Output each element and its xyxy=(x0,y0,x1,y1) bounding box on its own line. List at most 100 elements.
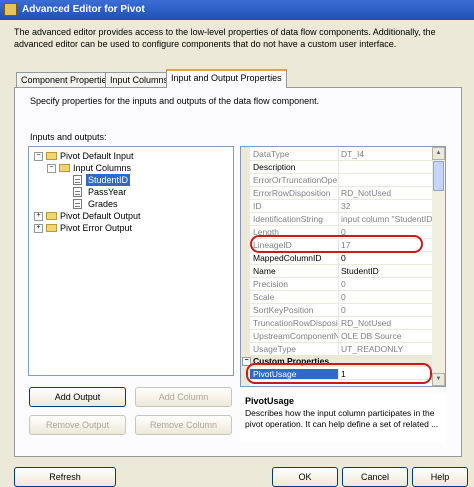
property-row-sortkeyposition[interactable]: SortKeyPosition 0 xyxy=(241,304,434,317)
window-title: Advanced Editor for Pivot xyxy=(22,4,145,15)
title-bar[interactable]: Advanced Editor for Pivot xyxy=(0,0,474,20)
column-separator xyxy=(338,265,339,277)
column-icon xyxy=(73,187,82,197)
tree-item-label: Grades xyxy=(88,199,118,209)
column-separator xyxy=(338,161,339,173)
property-row-identificationstring[interactable]: IdentificationString input column "Studen… xyxy=(241,213,434,226)
inputs-outputs-tree[interactable]: − Pivot Default Input − Input Columns St… xyxy=(28,146,234,376)
column-separator xyxy=(338,187,339,199)
property-name: UsageType xyxy=(253,344,296,354)
column-separator xyxy=(338,304,339,316)
tree-item-label: Input Columns xyxy=(73,163,132,173)
property-value[interactable]: StudentID xyxy=(341,265,434,277)
column-icon xyxy=(73,175,82,185)
column-separator xyxy=(338,174,339,186)
property-name: Precision xyxy=(253,279,288,289)
folder-icon xyxy=(46,152,57,160)
folder-icon xyxy=(46,224,57,232)
property-value[interactable]: 0 xyxy=(341,291,434,303)
scroll-down-arrow-icon[interactable]: ▼ xyxy=(432,373,445,386)
editor-description: The advanced editor provides access to t… xyxy=(14,27,436,49)
property-value[interactable]: RD_NotUsed xyxy=(341,317,434,329)
property-row-upstreamcomponentn[interactable]: UpstreamComponentN OLE DB Source xyxy=(241,330,434,343)
expand-icon[interactable]: + xyxy=(34,224,43,233)
property-name: UpstreamComponentN xyxy=(253,331,338,341)
tree-item-label: Pivot Default Output xyxy=(60,211,141,221)
property-name: Name xyxy=(253,266,276,276)
column-separator xyxy=(338,200,339,212)
property-name: IdentificationString xyxy=(253,214,323,224)
property-row-truncationrowdisposit[interactable]: TruncationRowDisposit RD_NotUsed xyxy=(241,317,434,330)
property-row-errorrowdisposition[interactable]: ErrorRowDisposition RD_NotUsed xyxy=(241,187,434,200)
property-name: Description xyxy=(253,162,296,172)
pivotusage-highlight-ring xyxy=(246,363,432,384)
property-row-mappedcolumnid[interactable]: MappedColumnID 0 xyxy=(241,252,434,265)
column-separator xyxy=(338,252,339,264)
property-grid-scrollbar[interactable]: ▲ ▼ xyxy=(432,147,445,386)
property-name: SortKeyPosition xyxy=(253,305,314,315)
property-help-panel: PivotUsage Describes how the input colum… xyxy=(240,393,446,443)
property-row-errorortruncationope[interactable]: ErrorOrTruncationOpe xyxy=(241,174,434,187)
property-value[interactable]: UT_READONLY xyxy=(341,343,434,355)
property-row-name[interactable]: Name StudentID xyxy=(241,265,434,278)
remove-column-button[interactable]: Remove Column xyxy=(135,415,232,435)
property-value[interactable]: OLE DB Source xyxy=(341,330,434,342)
property-grid[interactable]: DataType DT_I4 Description ErrorOrTruncatio… xyxy=(240,146,446,387)
add-column-button[interactable]: Add Column xyxy=(135,387,232,407)
property-name: ID xyxy=(253,201,262,211)
property-name: Scale xyxy=(253,292,275,302)
collapse-icon[interactable]: − xyxy=(34,152,43,161)
scroll-thumb[interactable] xyxy=(433,161,444,191)
column-separator xyxy=(338,291,339,303)
tree-item-label: Pivot Error Output xyxy=(60,223,133,233)
help-title: PivotUsage xyxy=(245,396,295,406)
column-separator xyxy=(338,278,339,290)
property-row-usagetype[interactable]: UsageType UT_READONLY xyxy=(241,343,434,356)
panel-intro: Specify properties for the inputs and ou… xyxy=(30,96,320,106)
property-value[interactable]: RD_NotUsed xyxy=(341,187,434,199)
ok-button[interactable]: OK xyxy=(272,467,338,487)
folder-icon xyxy=(59,164,70,172)
property-name: ErrorRowDisposition xyxy=(253,188,331,198)
scroll-up-arrow-icon[interactable]: ▲ xyxy=(432,147,445,160)
property-name: DataType xyxy=(253,149,290,159)
property-name: MappedColumnID xyxy=(253,253,322,263)
property-value[interactable]: 0 xyxy=(341,252,434,264)
add-output-button[interactable]: Add Output xyxy=(29,387,126,407)
property-name: ErrorOrTruncationOpe xyxy=(253,175,338,185)
remove-output-button[interactable]: Remove Output xyxy=(29,415,126,435)
help-button[interactable]: Help xyxy=(412,467,468,487)
property-value[interactable]: DT_I4 xyxy=(341,148,434,160)
refresh-button[interactable]: Refresh xyxy=(14,467,116,487)
tab-input-output-properties[interactable]: Input and Output Properties xyxy=(166,69,287,88)
tree-item-label: PassYear xyxy=(88,187,127,197)
tree-label: Inputs and outputs: xyxy=(30,132,107,142)
column-separator xyxy=(338,343,339,355)
help-text: Describes how the input column participa… xyxy=(245,408,439,429)
column-separator xyxy=(338,148,339,160)
column-separator xyxy=(338,330,339,342)
column-separator xyxy=(338,317,339,329)
expand-icon[interactable]: + xyxy=(34,212,43,221)
column-icon xyxy=(73,199,82,209)
folder-icon xyxy=(46,212,57,220)
property-value[interactable]: 0 xyxy=(341,278,434,290)
tree-item-label: StudentID xyxy=(86,174,131,186)
cancel-button[interactable]: Cancel xyxy=(342,467,408,487)
property-value[interactable]: 32 xyxy=(341,200,434,212)
property-value[interactable]: 0 xyxy=(341,304,434,316)
property-value[interactable]: input column "StudentID" ( xyxy=(341,213,434,225)
collapse-icon[interactable]: − xyxy=(47,164,56,173)
lineageid-highlight-ring xyxy=(250,235,423,253)
property-row-datatype[interactable]: DataType DT_I4 xyxy=(241,148,434,161)
tree-item-label: Pivot Default Input xyxy=(60,151,134,161)
column-separator xyxy=(338,213,339,225)
tab-input-columns[interactable]: Input Columns xyxy=(105,72,174,87)
property-name: TruncationRowDisposit xyxy=(253,318,338,328)
property-row-description[interactable]: Description xyxy=(241,161,434,174)
property-row-scale[interactable]: Scale 0 xyxy=(241,291,434,304)
property-row-id[interactable]: ID 32 xyxy=(241,200,434,213)
tab-component-properties[interactable]: Component Properties xyxy=(16,72,117,87)
app-icon xyxy=(4,3,17,16)
property-row-precision[interactable]: Precision 0 xyxy=(241,278,434,291)
